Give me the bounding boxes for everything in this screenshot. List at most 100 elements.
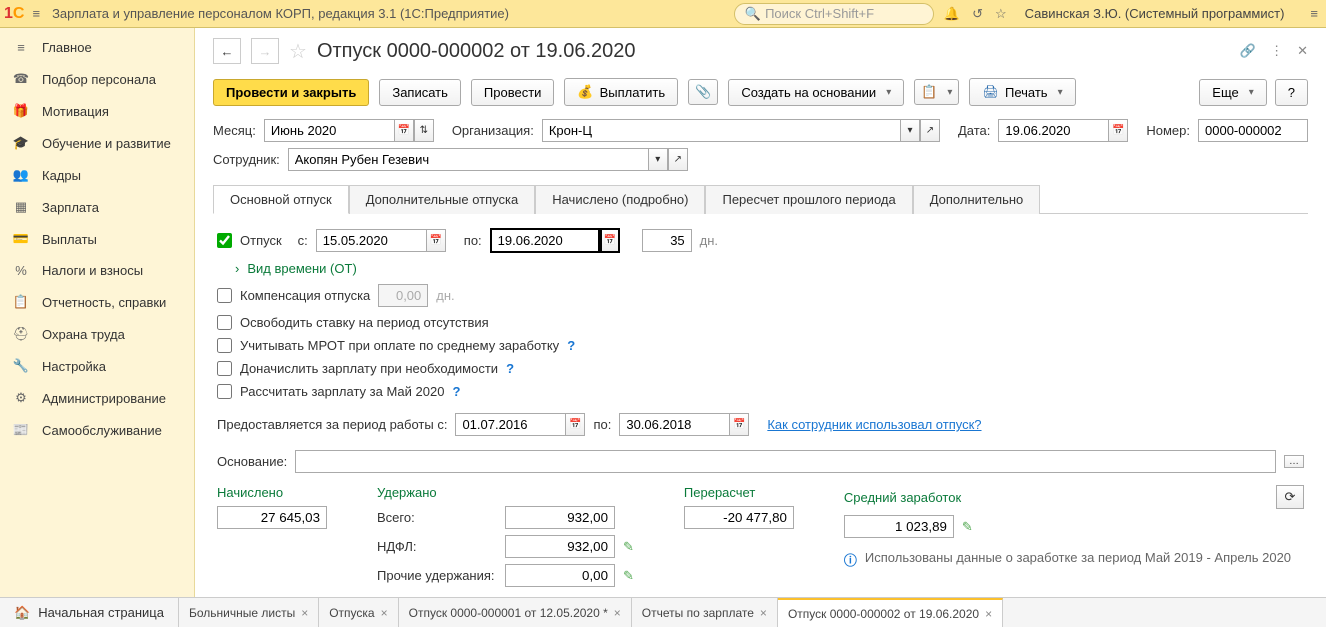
other-value[interactable] [505,564,615,587]
accrued-value[interactable] [217,506,327,529]
attach-button[interactable]: 📎 [688,79,718,105]
sidebar-item-settings[interactable]: 🔧Настройка [0,350,194,382]
date-to-calendar-button[interactable]: 📅 [600,228,620,253]
month-spinner-button[interactable]: ⇅ [414,119,434,142]
how-used-link[interactable]: Как сотрудник использовал отпуск? [767,417,981,432]
month-input[interactable] [264,119,394,142]
period-to-calendar-button[interactable]: 📅 [729,413,749,436]
period-to-input[interactable] [619,413,729,436]
period-from-input[interactable] [455,413,565,436]
create-based-button[interactable]: Создать на основании [728,79,904,106]
tab-recalc[interactable]: Пересчет прошлого периода [705,185,912,214]
extra-salary-checkbox[interactable] [217,361,232,376]
panel-toggle-icon[interactable]: ≡ [1306,4,1322,23]
release-rate-checkbox[interactable] [217,315,232,330]
compensation-input[interactable] [378,284,428,307]
period-from-calendar-button[interactable]: 📅 [565,413,585,436]
save-button[interactable]: Записать [379,79,461,106]
sidebar-item-hr[interactable]: 👥Кадры [0,159,194,191]
bell-icon[interactable]: 🔔 [944,6,960,22]
btab-sick[interactable]: Больничные листы× [179,598,319,627]
help-button[interactable]: ? [1275,79,1308,106]
close-icon[interactable]: × [301,606,308,620]
btab-reports[interactable]: Отчеты по зарплате× [632,598,778,627]
close-icon[interactable]: × [381,606,388,620]
copy-button[interactable]: 📋 [914,79,959,105]
sidebar-item-self[interactable]: 📰Самообслуживание [0,414,194,446]
chevron-right-icon[interactable]: › [235,261,239,276]
sidebar-item-training[interactable]: 🎓Обучение и развитие [0,127,194,159]
total-value[interactable] [505,506,615,529]
basis-input[interactable] [295,450,1276,473]
pay-button[interactable]: 💰Выплатить [564,78,678,106]
recalc-value[interactable] [684,506,794,529]
print-button[interactable]: 🖨Печать [969,78,1075,106]
tab-main-vacation[interactable]: Основной отпуск [213,185,349,214]
ndfl-value[interactable] [505,535,615,558]
gear-icon: ⚙ [12,390,30,406]
month-calendar-button[interactable]: 📅 [394,119,414,142]
sidebar-item-reports[interactable]: 📋Отчетность, справки [0,286,194,318]
date-calendar-button[interactable]: 📅 [1108,119,1128,142]
sidebar-item-salary[interactable]: ▦Зарплата [0,191,194,223]
employee-dropdown-button[interactable]: ▾ [648,148,668,171]
sidebar-item-taxes[interactable]: %Налоги и взносы [0,255,194,286]
date-to-input[interactable] [490,228,600,253]
user-label[interactable]: Савинская З.Ю. (Системный программист) [1025,6,1285,21]
favorite-star-icon[interactable]: ☆ [289,39,307,64]
sidebar-item-safety[interactable]: ⛑Охрана труда [0,318,194,350]
post-button[interactable]: Провести [471,79,555,106]
calc-salary-checkbox[interactable] [217,384,232,399]
tab-extra[interactable]: Дополнительно [913,185,1041,214]
other-edit-icon[interactable]: ✎ [623,568,634,584]
more-button[interactable]: Еще [1199,79,1266,106]
employee-open-button[interactable]: ↗ [668,148,688,171]
calc-salary-help-icon[interactable]: ? [452,384,460,399]
extra-salary-help-icon[interactable]: ? [506,361,514,376]
search-input[interactable]: 🔍 Поиск Ctrl+Shift+F [734,3,934,25]
mrot-help-icon[interactable]: ? [567,338,575,353]
sidebar-item-recruit[interactable]: ☎Подбор персонала [0,63,194,95]
btab-vacation-2[interactable]: Отпуск 0000-000002 от 19.06.2020× [778,598,1003,627]
kebab-icon[interactable]: ⋮ [1270,43,1283,59]
date-from-input[interactable] [316,229,426,252]
org-open-button[interactable]: ↗ [920,119,940,142]
ndfl-edit-icon[interactable]: ✎ [623,539,634,555]
btab-vacations[interactable]: Отпуска× [319,598,398,627]
tab-accrued[interactable]: Начислено (подробно) [535,185,705,214]
avg-edit-icon[interactable]: ✎ [962,519,973,535]
org-dropdown-button[interactable]: ▾ [900,119,920,142]
time-kind-link[interactable]: Вид времени (ОТ) [247,261,356,276]
sidebar-item-payments[interactable]: 💳Выплаты [0,223,194,255]
close-icon[interactable]: × [760,606,767,620]
post-and-close-button[interactable]: Провести и закрыть [213,79,369,106]
close-icon[interactable]: × [614,606,621,620]
sidebar-item-main[interactable]: ≡Главное [0,32,194,63]
sidebar-item-motivation[interactable]: 🎁Мотивация [0,95,194,127]
avg-value[interactable] [844,515,954,538]
org-input[interactable] [542,119,900,142]
days-input[interactable] [642,229,692,252]
mrot-checkbox[interactable] [217,338,232,353]
menu-icon[interactable]: ≡ [32,6,40,21]
basis-select-button[interactable]: … [1284,455,1304,468]
btab-vacation-1[interactable]: Отпуск 0000-000001 от 12.05.2020 *× [399,598,632,627]
star-icon[interactable]: ☆ [995,6,1007,22]
refresh-button[interactable]: ⟳ [1276,485,1304,509]
clipboard-icon: 📋 [12,294,30,310]
nav-forward-button[interactable]: → [251,38,279,64]
close-icon[interactable]: ✕ [1297,43,1308,59]
link-icon[interactable]: 🔗 [1240,43,1256,59]
home-tab[interactable]: 🏠 Начальная страница [0,598,179,627]
sidebar-item-admin[interactable]: ⚙Администрирование [0,382,194,414]
date-input[interactable] [998,119,1108,142]
close-icon[interactable]: × [985,607,992,621]
employee-input[interactable] [288,148,648,171]
nav-back-button[interactable]: ← [213,38,241,64]
number-input[interactable] [1198,119,1308,142]
vacation-checkbox[interactable] [217,233,232,248]
history-icon[interactable]: ↺ [972,6,983,22]
date-from-calendar-button[interactable]: 📅 [426,229,446,252]
compensation-checkbox[interactable] [217,288,232,303]
tab-additional[interactable]: Дополнительные отпуска [349,185,536,214]
